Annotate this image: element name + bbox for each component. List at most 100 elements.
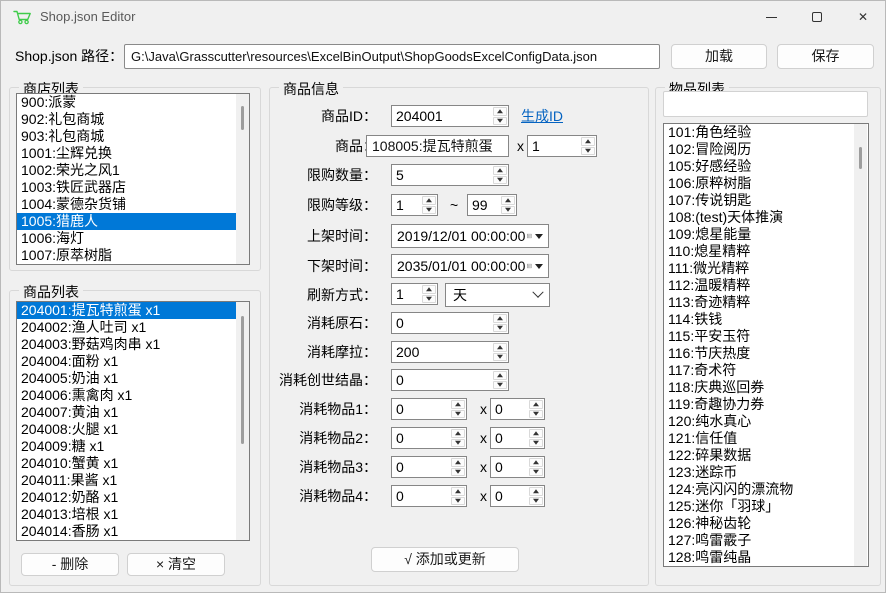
list-item[interactable]: 204006:熏禽肉 x1 — [17, 387, 249, 404]
cost-item4-count-value[interactable]: 0 — [491, 486, 528, 506]
item-input[interactable] — [366, 135, 509, 157]
list-item[interactable]: 118:庆典巡回券 — [664, 379, 868, 396]
cost-item2-count-value[interactable]: 0 — [491, 428, 528, 448]
spin-down-button[interactable] — [422, 295, 436, 304]
spin-down-button[interactable] — [493, 381, 507, 390]
list-item[interactable]: 111:微光精粹 — [664, 260, 868, 277]
cost-item1-id-value[interactable]: 0 — [392, 399, 450, 419]
spin-up-button[interactable] — [493, 314, 507, 323]
spin-up-button[interactable] — [529, 487, 543, 496]
cost-item3-id-spinner[interactable]: 0 — [391, 456, 467, 478]
cost-mora-value[interactable]: 200 — [392, 342, 492, 362]
list-item[interactable]: 105:好感经验 — [664, 158, 868, 175]
scrollbar-thumb[interactable] — [241, 316, 244, 444]
list-item[interactable]: 107:传说钥匙 — [664, 192, 868, 209]
cost-item2-id-value[interactable]: 0 — [392, 428, 450, 448]
scrollbar-thumb[interactable] — [241, 106, 244, 130]
list-item[interactable]: 112:温暖精粹 — [664, 277, 868, 294]
limit-value[interactable]: 5 — [392, 165, 492, 185]
spin-down-button[interactable] — [493, 324, 507, 333]
level-max-value[interactable]: 99 — [468, 195, 500, 215]
item-listbox[interactable]: 101:角色经验102:冒险阅历105:好感经验106:原粹树脂107:传说钥匙… — [663, 123, 869, 567]
list-item[interactable]: 1006:海灯 — [17, 230, 249, 247]
list-item[interactable]: 204008:火腿 x1 — [17, 421, 249, 438]
spin-up-button[interactable] — [451, 429, 465, 438]
goods-id-spinner[interactable]: 204001 — [391, 105, 509, 127]
add-or-update-button[interactable]: √ 添加或更新 — [371, 547, 519, 572]
spin-down-button[interactable] — [451, 410, 465, 419]
shop-list-scrollbar[interactable] — [236, 94, 249, 264]
list-item[interactable]: 903:礼包商城 — [17, 128, 249, 145]
list-item[interactable]: 108:(test)天体推演 — [664, 209, 868, 226]
list-item[interactable]: 119:奇趣协力券 — [664, 396, 868, 413]
goods-list-scrollbar[interactable] — [236, 302, 249, 540]
delete-button[interactable]: - 删除 — [21, 553, 119, 576]
list-item[interactable]: 113:奇迹精粹 — [664, 294, 868, 311]
spin-down-button[interactable] — [493, 117, 507, 126]
list-item[interactable]: 101:角色经验 — [664, 124, 868, 141]
cost-item1-count-spinner[interactable]: 0 — [490, 398, 545, 420]
spin-down-button[interactable] — [529, 497, 543, 506]
spin-down-button[interactable] — [529, 439, 543, 448]
list-item[interactable]: 126:神秘齿轮 — [664, 515, 868, 532]
begin-time-picker[interactable]: 2019/12/01 00:00:00 — [391, 224, 549, 248]
shop-listbox[interactable]: 900:派蒙902:礼包商城903:礼包商城1001:尘辉兑换1002:荣光之风… — [16, 93, 250, 265]
spin-down-button[interactable] — [581, 147, 595, 156]
cost-item3-count-spinner[interactable]: 0 — [490, 456, 545, 478]
cost-item2-count-spinner[interactable]: 0 — [490, 427, 545, 449]
spin-up-button[interactable] — [581, 137, 595, 146]
cost-item1-count-value[interactable]: 0 — [491, 399, 528, 419]
limit-spinner[interactable]: 5 — [391, 164, 509, 186]
spin-up-button[interactable] — [422, 285, 436, 294]
spin-up-button[interactable] — [529, 429, 543, 438]
spin-down-button[interactable] — [501, 206, 515, 215]
list-item[interactable]: 204014:香肠 x1 — [17, 523, 249, 540]
list-item[interactable]: 204005:奶油 x1 — [17, 370, 249, 387]
list-item[interactable]: 109:熄星能量 — [664, 226, 868, 243]
cost-item3-count-value[interactable]: 0 — [491, 457, 528, 477]
list-item[interactable]: 204013:培根 x1 — [17, 506, 249, 523]
list-item[interactable]: 204003:野菇鸡肉串 x1 — [17, 336, 249, 353]
generate-id-link[interactable]: 生成ID — [521, 105, 563, 127]
list-item[interactable]: 122:碎果数据 — [664, 447, 868, 464]
list-item[interactable]: 114:铁钱 — [664, 311, 868, 328]
cost-item2-id-spinner[interactable]: 0 — [391, 427, 467, 449]
list-item[interactable]: 1004:蒙德杂货铺 — [17, 196, 249, 213]
list-item[interactable]: 116:节庆热度 — [664, 345, 868, 362]
list-item[interactable]: 1007:原萃树脂 — [17, 247, 249, 264]
list-item[interactable]: 120:纯水真心 — [664, 413, 868, 430]
spin-up-button[interactable] — [501, 196, 515, 205]
spin-down-button[interactable] — [451, 468, 465, 477]
spin-up-button[interactable] — [451, 487, 465, 496]
cost-item1-id-spinner[interactable]: 0 — [391, 398, 467, 420]
list-item[interactable]: 1003:铁匠武器店 — [17, 179, 249, 196]
list-item[interactable]: 204002:渔人吐司 x1 — [17, 319, 249, 336]
item-count-spinner[interactable]: 1 — [527, 135, 597, 157]
spin-down-button[interactable] — [529, 410, 543, 419]
item-list-scrollbar[interactable] — [854, 124, 867, 566]
list-item[interactable]: 204009:糖 x1 — [17, 438, 249, 455]
list-item[interactable]: 1002:荣光之风1 — [17, 162, 249, 179]
spin-down-button[interactable] — [529, 468, 543, 477]
level-max-spinner[interactable]: 99 — [467, 194, 517, 216]
list-item[interactable]: 127:鸣雷霰子 — [664, 532, 868, 549]
list-item[interactable]: 106:原粹树脂 — [664, 175, 868, 192]
spin-down-button[interactable] — [493, 176, 507, 185]
cost-primogem-value[interactable]: 0 — [392, 313, 492, 333]
refresh-spinner[interactable]: 1 — [391, 283, 438, 305]
refresh-value[interactable]: 1 — [392, 284, 421, 304]
spin-down-button[interactable] — [422, 206, 436, 215]
list-item[interactable]: 204011:果酱 x1 — [17, 472, 249, 489]
end-time-picker[interactable]: 2035/01/01 00:00:00 — [391, 254, 549, 278]
spin-up-button[interactable] — [451, 458, 465, 467]
list-item[interactable]: 125:迷你「羽球」 — [664, 498, 868, 515]
item-search-input[interactable] — [663, 91, 868, 117]
goods-id-value[interactable]: 204001 — [392, 106, 492, 126]
list-item[interactable]: 1005:猎鹿人 — [17, 213, 249, 230]
spin-down-button[interactable] — [451, 439, 465, 448]
cost-item3-id-value[interactable]: 0 — [392, 457, 450, 477]
spin-up-button[interactable] — [422, 196, 436, 205]
list-item[interactable]: 124:亮闪闪的漂流物 — [664, 481, 868, 498]
list-item[interactable]: 117:奇术符 — [664, 362, 868, 379]
minimize-button[interactable] — [748, 1, 794, 33]
